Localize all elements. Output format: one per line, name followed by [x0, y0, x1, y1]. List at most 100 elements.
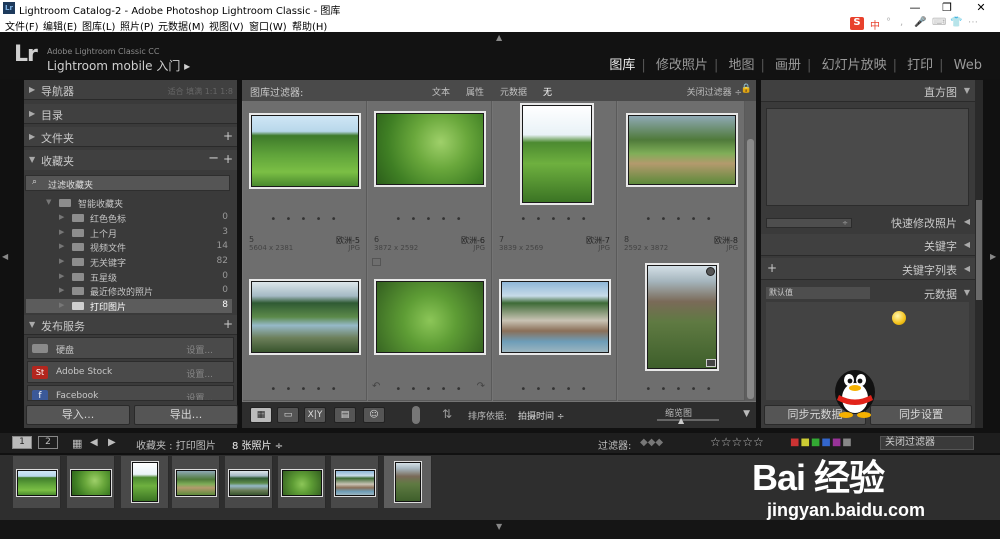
quick-develop-header[interactable]: 快速修改照片 ◀ [761, 211, 975, 233]
flag-icon[interactable] [372, 258, 381, 266]
grid-cell[interactable]: • • • • • [493, 101, 617, 247]
filter-attribute-option[interactable]: 属性 [466, 85, 484, 98]
module-map[interactable]: 地图 [722, 54, 760, 73]
filmstrip-cell[interactable] [172, 456, 220, 508]
import-button[interactable]: 导入... [26, 405, 130, 425]
filmstrip-source[interactable]: 收藏夹 : 打印图片 [136, 437, 216, 452]
photo-thumbnail[interactable] [628, 115, 736, 185]
catalog-header[interactable]: ▶ 目录 [24, 104, 237, 124]
collection-item[interactable]: ▶ 红色色标 0 [26, 211, 232, 225]
filmstrip-thumbnail[interactable] [176, 470, 216, 496]
badge-icon[interactable] [706, 359, 716, 367]
grid-cell[interactable]: 7 3839 x 2569 欧洲-7 JPG • • • • • [493, 231, 617, 401]
remove-collection-icon[interactable]: − [208, 151, 219, 166]
publish-services-header[interactable]: ▼ 发布服务 + [24, 315, 237, 335]
menu-view[interactable]: 视图(V) [209, 18, 244, 33]
filmstrip-thumbnail[interactable] [229, 470, 269, 496]
qq-penguin-icon[interactable] [829, 360, 881, 418]
filmstrip-thumbnail[interactable] [335, 470, 375, 496]
keyboard-icon[interactable]: ⌨ [932, 17, 946, 28]
module-develop[interactable]: 修改照片 [650, 54, 714, 73]
module-slideshow[interactable]: 幻灯片放映 [816, 54, 893, 73]
left-panel-toggle-icon[interactable]: ◀ [2, 252, 8, 261]
collection-item[interactable]: ▶ 视频文件 14 [26, 240, 232, 254]
keyword-list-header[interactable]: + 关键字列表 ◀ [761, 258, 975, 280]
filter-metadata-option[interactable]: 元数据 [500, 85, 527, 98]
add-folder-icon[interactable]: + [223, 129, 233, 143]
collection-filter-input[interactable]: ⌕ 过滤收藏夹 [25, 175, 230, 191]
publish-setup-link[interactable]: 设置... [186, 391, 213, 400]
collection-item[interactable]: ▶ 最近修改的照片 0 [26, 284, 232, 298]
scrollbar-thumb[interactable] [976, 200, 982, 300]
secondary-display-button[interactable]: 2 [38, 436, 58, 449]
ime-degree[interactable]: ° [886, 17, 891, 28]
grid-cell[interactable]: 8 2592 x 3872 欧洲-8 JPG • • • • • [618, 231, 745, 401]
filmstrip-cell[interactable] [225, 456, 273, 508]
photo-thumbnail[interactable] [647, 265, 717, 369]
rating-dots[interactable]: • • • • • [368, 384, 492, 395]
smart-collections-set[interactable]: ▼ 智能收藏夹 [26, 196, 232, 210]
sort-direction-icon[interactable]: ⇅ [442, 407, 452, 421]
grid-cell[interactable]: 6 3872 x 2592 欧洲-6 JPG ↶ ↷ • • • • • [368, 231, 492, 401]
survey-view-icon[interactable]: ▤ [334, 407, 356, 423]
grid-scrollbar[interactable] [745, 101, 756, 401]
rating-dots[interactable]: • • • • • [493, 214, 617, 225]
module-book[interactable]: 画册 [769, 54, 807, 73]
navigator-header[interactable]: ▶ 导航器 适合 填满 1:1 1:8 [24, 80, 237, 100]
restore-button[interactable]: ❐ [932, 0, 962, 16]
photo-thumbnail[interactable] [251, 115, 359, 187]
add-publish-service-icon[interactable]: + [223, 317, 233, 331]
sync-settings-button[interactable]: 同步设置 [870, 405, 972, 425]
module-web[interactable]: Web [948, 58, 988, 73]
photo-thumbnail[interactable] [501, 281, 609, 353]
filter-none-option[interactable]: 无 [543, 85, 552, 98]
sort-order-dropdown[interactable]: 拍摄时间 ÷ [518, 409, 564, 422]
filmstrip-thumbnail[interactable] [282, 470, 322, 496]
rating-dots[interactable]: • • • • • [618, 384, 742, 395]
minimize-button[interactable]: — [900, 0, 930, 16]
menu-edit[interactable]: 编辑(E) [43, 18, 77, 33]
filmstrip-cell[interactable] [331, 456, 379, 508]
sogou-icon[interactable]: S [850, 17, 864, 30]
more-icon[interactable]: ⋯ [968, 17, 978, 28]
scrollbar-thumb[interactable] [747, 139, 754, 399]
filmstrip-thumbnail[interactable] [395, 462, 421, 502]
rating-dots[interactable]: • • • • • [618, 214, 742, 225]
thumbnail-size-slider[interactable] [657, 419, 719, 421]
publish-service-adobe-stock[interactable]: St Adobe Stock 设置... [27, 361, 234, 383]
skin-icon[interactable]: 👕 [950, 17, 962, 28]
photo-thumbnail[interactable] [522, 105, 592, 203]
ime-punct[interactable]: , [900, 17, 903, 28]
slider-knob-icon[interactable]: ▲ [678, 416, 684, 425]
photo-count[interactable]: 8 张照片 ÷ [232, 437, 283, 452]
painter-icon[interactable] [412, 406, 420, 424]
grid-cell[interactable]: 5 5604 x 2381 欧洲-5 JPG • • • • • [243, 231, 367, 401]
menu-photo[interactable]: 照片(P) [120, 18, 154, 33]
grid-cell[interactable]: • • • • • [243, 101, 367, 247]
rating-dots[interactable]: • • • • • [243, 214, 367, 225]
collections-header[interactable]: ▼ 收藏夹 − + [24, 150, 237, 170]
people-view-icon[interactable]: ☺ [363, 407, 385, 423]
rating-dots[interactable]: • • • • • [368, 214, 492, 225]
menu-library[interactable]: 图库(L) [82, 18, 115, 33]
primary-display-button[interactable]: 1 [12, 436, 32, 449]
module-library[interactable]: 图库 [603, 54, 641, 73]
publish-service-harddrive[interactable]: 硬盘 设置... [27, 337, 234, 359]
add-keyword-icon[interactable]: + [767, 261, 777, 275]
filter-preset-dropdown[interactable]: 关闭过滤器 ÷ [687, 85, 742, 98]
filmstrip-cell[interactable] [278, 456, 326, 508]
collection-item[interactable]: ▶ 五星级 0 [26, 270, 232, 284]
forward-arrow-icon[interactable]: ▶ [108, 437, 116, 448]
microphone-icon[interactable]: 🎤 [914, 17, 926, 28]
collection-item-selected[interactable]: ▶ 打印图片 8 [26, 299, 232, 313]
flag-filter-icons[interactable]: ◆◆◆ [640, 437, 663, 448]
back-arrow-icon[interactable]: ◀ [90, 437, 98, 448]
menu-metadata[interactable]: 元数据(M) [158, 18, 204, 33]
filter-text-option[interactable]: 文本 [432, 85, 450, 98]
metadata-preset-dropdown[interactable]: 默认值 [766, 287, 870, 299]
close-button[interactable]: ✕ [966, 0, 996, 16]
export-button[interactable]: 导出... [134, 405, 238, 425]
collection-item[interactable]: ▶ 上个月 3 [26, 226, 232, 240]
filmstrip-thumbnail[interactable] [132, 462, 158, 502]
photo-thumbnail[interactable] [251, 281, 359, 353]
